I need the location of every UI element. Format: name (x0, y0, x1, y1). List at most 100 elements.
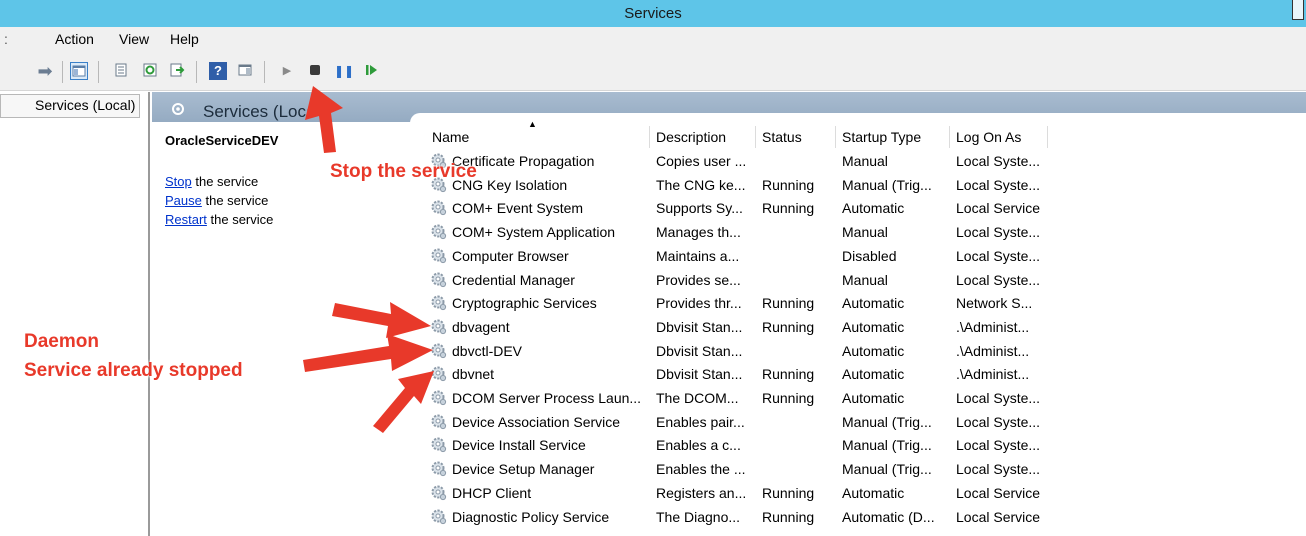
status-cell: Running (762, 390, 815, 406)
stop-link[interactable]: Stop (165, 174, 192, 189)
service-name-cell: Cryptographic Services (452, 295, 597, 312)
description-cell: The DCOM... (656, 390, 739, 406)
startup-type-cell: Automatic (842, 366, 905, 383)
service-name-cell: Diagnostic Policy Service (452, 508, 610, 525)
service-gear-icon (430, 460, 447, 477)
description-cell: Dbvisit Stan... (656, 342, 743, 359)
service-gear-icon (430, 413, 447, 430)
column-header-description[interactable]: Description (650, 126, 756, 148)
menu-cut-edge: : (4, 31, 8, 47)
menu-view[interactable]: View (119, 31, 149, 47)
table-row[interactable]: dbvctl-DEV Dbvisit Stan... Automatic .\Admi… (426, 339, 1306, 363)
service-name-cell: CNG Key Isolation (452, 176, 568, 193)
service-gear-icon (430, 365, 447, 382)
status-cell: Running (762, 176, 815, 193)
log-on-as-cell: Local Syste... (956, 461, 1041, 478)
log-on-as-cell: Local Syste... (956, 437, 1041, 454)
show-panel-icon[interactable] (236, 62, 254, 80)
table-row[interactable]: Credential Manager Provides se... Manual Lo… (426, 268, 1306, 292)
table-row[interactable]: DHCP Client Registers an... Running Automat… (426, 481, 1306, 505)
service-gear-icon (430, 484, 447, 501)
service-name-cell: DCOM Server Process Laun... (452, 390, 642, 406)
properties-icon[interactable] (112, 62, 130, 80)
startup-type-cell: Automatic (842, 484, 905, 501)
tree-item-services-local[interactable]: Services (Local) (0, 94, 140, 118)
log-on-as-cell: Network S... (956, 295, 1033, 312)
service-name-cell: Certificate Propagation (452, 153, 595, 169)
log-on-as-cell: .\Administ... (956, 318, 1030, 335)
show-tree-icon[interactable] (70, 62, 88, 80)
toolbar-separator (62, 61, 63, 83)
resume-service-icon[interactable] (362, 62, 380, 80)
menu-action[interactable]: Action (55, 31, 94, 47)
window-control[interactable] (1292, 0, 1304, 20)
window-title: Services (624, 5, 682, 22)
table-row[interactable]: dbvnet Dbvisit Stan... Running Automatic .\A… (426, 362, 1306, 386)
table-row[interactable]: Device Install Service Enables a c... Manu… (426, 433, 1306, 457)
title-bar: Services (0, 0, 1306, 27)
table-row[interactable]: Device Association Service Enables pair..… (426, 410, 1306, 434)
gear-icon (170, 101, 186, 117)
startup-type-cell: Manual (842, 224, 888, 241)
service-name-cell: Credential Manager (452, 271, 575, 288)
service-gear-icon (430, 199, 447, 216)
table-row[interactable]: Computer Browser Maintains a... Disabled Lo… (426, 244, 1306, 268)
stop-service-icon[interactable] (306, 62, 324, 80)
annotation-daemon: Daemon (24, 331, 99, 352)
table-row[interactable]: COM+ Event System Supports Sy... Running Au… (426, 196, 1306, 220)
annotation-service-stopped: Service already stopped (24, 360, 243, 381)
table-row[interactable]: Certificate Propagation Copies user ... Ma… (426, 149, 1306, 173)
service-name-cell: DHCP Client (452, 484, 532, 501)
export-list-icon[interactable] (168, 62, 186, 80)
column-header-log-on-as[interactable]: Log On As (950, 126, 1048, 148)
toolbar: ➡ ? ▶ ❚❚ (0, 53, 1306, 91)
table-row[interactable]: dbvagent Dbvisit Stan... Running Automatic.… (426, 315, 1306, 339)
action-restart: Restart the service (165, 212, 274, 227)
log-on-as-cell: Local Service (956, 484, 1041, 501)
menu-help[interactable]: Help (170, 31, 199, 47)
restart-link[interactable]: Restart (165, 212, 207, 227)
refresh-icon[interactable] (141, 62, 159, 80)
startup-type-cell: Automatic (842, 390, 905, 406)
startup-type-cell: Manual (Trig... (842, 413, 932, 430)
log-on-as-cell: Local Syste... (956, 247, 1041, 264)
service-name-cell: Device Setup Manager (452, 461, 595, 478)
table-row[interactable]: Device Setup Manager Enables the ... Manua… (426, 457, 1306, 481)
startup-type-cell: Automatic (D... (842, 508, 935, 525)
service-gear-icon (430, 294, 447, 311)
description-cell: Provides thr... (656, 295, 742, 312)
status-cell: Running (762, 508, 815, 525)
log-on-as-cell: Local Service (956, 508, 1041, 525)
description-cell: Supports Sy... (656, 200, 743, 217)
column-header-startup-type[interactable]: Startup Type (836, 126, 950, 148)
services-header-title: Services (Loca (203, 102, 316, 121)
description-cell: Enables a c... (656, 437, 741, 454)
action-pause: Pause the service (165, 193, 269, 208)
service-gear-icon (430, 318, 447, 335)
help-icon[interactable]: ? (209, 62, 227, 80)
menu-bar: : Action View Help (0, 27, 1306, 53)
service-name-cell: Device Association Service (452, 413, 621, 430)
service-gear-icon (430, 389, 447, 406)
service-name-cell: dbvagent (452, 318, 510, 335)
column-header-name[interactable]: Name (426, 126, 650, 148)
table-row[interactable]: CNG Key Isolation The CNG ke... Running Man… (426, 173, 1306, 197)
description-cell: Registers an... (656, 484, 747, 501)
log-on-as-cell: Local Syste... (956, 390, 1041, 406)
startup-type-cell: Automatic (842, 318, 905, 335)
table-row[interactable]: DCOM Server Process Laun... The DCOM... Ru… (426, 386, 1306, 410)
pause-link[interactable]: Pause (165, 193, 202, 208)
start-service-icon[interactable]: ▶ (278, 62, 296, 80)
table-row[interactable]: Diagnostic Policy Service The Diagno... Ru… (426, 505, 1306, 529)
startup-type-cell: Manual (Trig... (842, 461, 932, 478)
column-header-status[interactable]: Status (756, 126, 836, 148)
log-on-as-cell: .\Administ... (956, 342, 1030, 359)
annotation-stop-service: Stop the service (330, 161, 477, 182)
selected-service-name: OracleServiceDEV (165, 133, 279, 148)
table-row[interactable]: COM+ System Application Manages th... Manu… (426, 220, 1306, 244)
pause-service-icon[interactable]: ❚❚ (334, 62, 354, 80)
service-name-cell: COM+ Event System (452, 200, 584, 217)
table-row[interactable]: Cryptographic Services Provides thr... Run… (426, 291, 1306, 315)
forward-icon[interactable]: ➡ (36, 62, 54, 80)
description-cell: Enables the ... (656, 461, 746, 478)
